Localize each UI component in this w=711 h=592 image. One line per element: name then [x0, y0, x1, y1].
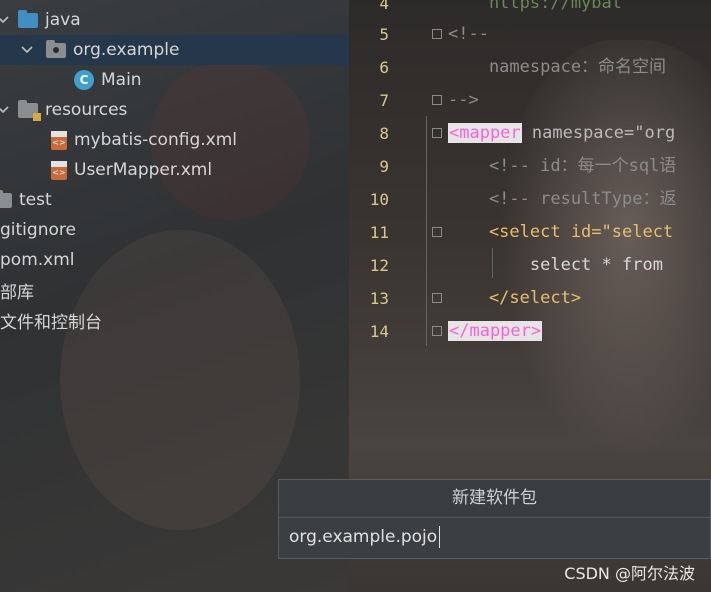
code-line[interactable]: </select> [448, 282, 581, 315]
fold-marker-icon[interactable] [432, 128, 442, 138]
fold-marker-icon[interactable] [432, 95, 442, 105]
line-number: 13 [369, 289, 389, 308]
tree-item-gitignore[interactable]: gitignore [0, 215, 349, 245]
mapper-attributes: namespace="org [521, 123, 676, 143]
tree-item-pom[interactable]: pom.xml [0, 245, 349, 275]
fold-marker-icon[interactable] [432, 29, 442, 39]
xml-file-icon: <> [51, 160, 67, 180]
tree-item-label: Main [101, 70, 142, 90]
line-number: 6 [379, 58, 389, 77]
mapper-close-tag: </mapper> [448, 321, 543, 341]
text-caret [439, 526, 440, 548]
tree-item-label: 部库 [0, 282, 34, 303]
indent-guide [426, 116, 427, 346]
tree-item-resources[interactable]: resources [0, 95, 349, 125]
line-number: 9 [379, 157, 389, 176]
package-name-input[interactable] [289, 522, 689, 552]
code-line[interactable]: select * from [448, 249, 663, 282]
tree-item-label: mybatis-config.xml [74, 130, 237, 150]
fold-marker-icon[interactable] [432, 293, 442, 303]
tree-item-label: resources [45, 100, 128, 120]
tree-item-label: java [45, 10, 81, 30]
code-line[interactable]: <mapper namespace="org [448, 117, 675, 150]
chevron-down-icon[interactable] [20, 43, 34, 57]
line-number: 5 [379, 25, 389, 44]
fold-marker-icon[interactable] [432, 326, 442, 336]
code-line[interactable]: https://mybat [448, 0, 622, 20]
code-line[interactable]: </mapper> [448, 315, 543, 348]
line-number: 11 [369, 223, 389, 242]
tree-item-mybatis-config[interactable]: <> mybatis-config.xml [0, 125, 349, 155]
chevron-down-icon[interactable] [0, 103, 10, 117]
line-number: 14 [369, 322, 389, 341]
tree-item-org-example[interactable]: org.example [0, 35, 349, 65]
folder-icon [0, 189, 12, 208]
code-line[interactable]: namespace：命名空间 [448, 51, 666, 84]
line-number: 4 [379, 0, 389, 13]
code-line[interactable]: <!-- id：每一个sql语 [448, 150, 676, 183]
tree-item-label: org.example [73, 40, 180, 60]
line-number: 8 [379, 124, 389, 143]
tree-item-label: UserMapper.xml [74, 160, 213, 180]
fold-marker-icon[interactable] [432, 227, 442, 237]
tree-item-external-libraries[interactable]: 部库 [0, 275, 349, 305]
tree-item-scratches-consoles[interactable]: 文件和控制台 [0, 305, 349, 335]
tree-item-label: test [19, 190, 52, 210]
code-line[interactable]: --> [448, 84, 479, 117]
xml-file-icon: <> [51, 130, 67, 150]
tree-item-label: gitignore [0, 220, 76, 240]
tree-item-java[interactable]: java [0, 5, 349, 35]
line-number: 12 [369, 256, 389, 275]
line-number: 7 [379, 91, 389, 110]
line-number: 10 [369, 190, 389, 209]
tree-item-label: 文件和控制台 [0, 312, 102, 333]
resources-folder-icon [18, 99, 41, 121]
tree-item-usermapper[interactable]: <> UserMapper.xml [0, 155, 349, 185]
dialog-title: 新建软件包 [279, 480, 710, 518]
code-line[interactable]: <!-- [448, 18, 489, 51]
folder-icon [18, 9, 38, 28]
watermark: CSDN @阿尔法波 [564, 564, 695, 583]
chevron-down-icon[interactable] [0, 13, 10, 27]
code-line[interactable]: <!-- resultType：返 [448, 183, 677, 216]
code-line[interactable]: <select id="select [448, 216, 673, 249]
tree-item-label: pom.xml [0, 250, 75, 270]
new-package-dialog: 新建软件包 [278, 479, 711, 559]
mapper-tag: <mapper [448, 123, 522, 143]
tree-item-test[interactable]: test [0, 185, 349, 215]
java-class-icon: C [74, 70, 94, 90]
package-icon [46, 39, 66, 58]
tree-item-main[interactable]: C Main [0, 65, 349, 95]
